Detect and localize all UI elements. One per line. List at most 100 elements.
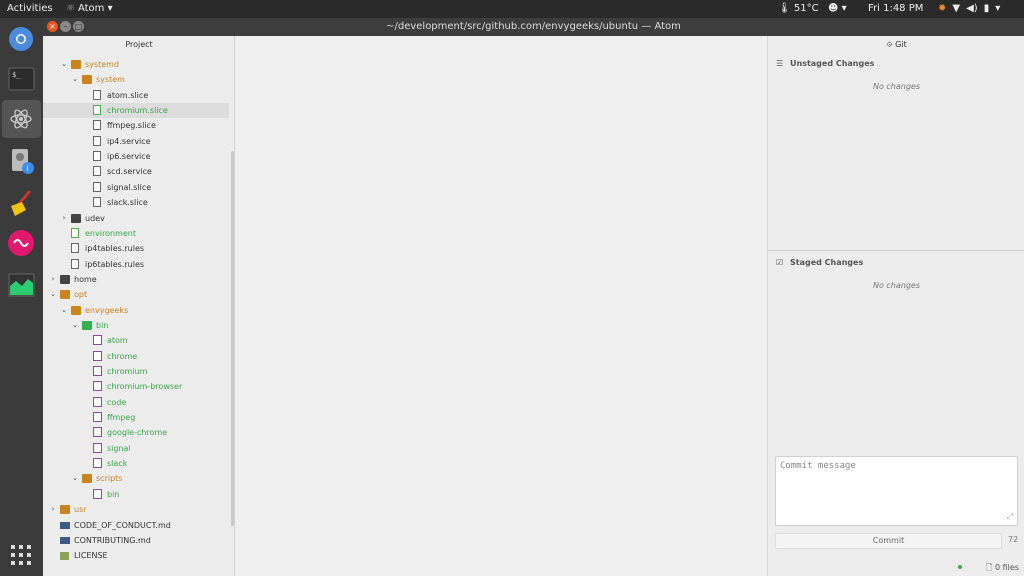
tree-file[interactable]: signal xyxy=(43,441,229,456)
tree-scrollbar[interactable] xyxy=(231,151,234,526)
changed-files-label: 0 files xyxy=(994,563,1019,572)
chevron-down-icon[interactable]: ⌄ xyxy=(60,303,68,318)
tree-item-label: google-chrome xyxy=(107,428,168,438)
face-menu[interactable]: ☻ ▾ xyxy=(828,0,847,18)
tree-file[interactable]: atom xyxy=(43,333,229,348)
tree-folder[interactable]: › udev xyxy=(43,211,229,226)
file-icon xyxy=(71,243,79,254)
script-file-icon xyxy=(93,350,102,361)
tree-item-label: ffmpeg.slice xyxy=(107,121,156,131)
minimize-window-button[interactable]: – xyxy=(60,21,71,32)
tree-item-label: home xyxy=(74,274,97,284)
chevron-down-icon[interactable]: ⌄ xyxy=(71,318,79,333)
disk-utility-launcher[interactable]: i xyxy=(6,146,37,177)
app-grid-icon xyxy=(11,545,31,565)
script-file-icon xyxy=(93,458,102,469)
tree-file[interactable]: chromium.slice xyxy=(43,103,229,119)
tree-folder[interactable]: ⌄ bin xyxy=(43,318,229,333)
chromium-launcher[interactable] xyxy=(6,24,37,55)
file-icon xyxy=(93,105,101,116)
tree-folder[interactable]: › usr xyxy=(43,502,229,517)
tree-file[interactable]: ip4tables.rules xyxy=(43,241,229,256)
tree-item-label: systemd xyxy=(85,60,119,69)
tree-file[interactable]: signal.slice xyxy=(43,180,229,195)
system-tray[interactable]: ✹ ▼ ◀) ▮ ▾ xyxy=(938,0,1006,18)
file-icon xyxy=(93,120,101,131)
chevron-right-icon[interactable]: › xyxy=(60,211,68,226)
git-panel-tab[interactable]: ⟐ Git xyxy=(768,40,1024,50)
tree-file[interactable]: slack.slice xyxy=(43,195,229,210)
tree-file[interactable]: slack xyxy=(43,456,229,471)
chevron-right-icon[interactable]: › xyxy=(49,502,57,517)
chevron-down-icon[interactable]: ⌄ xyxy=(71,471,79,486)
tree-file[interactable]: ffmpeg.slice xyxy=(43,118,229,133)
git-panel-title: Git xyxy=(895,40,907,49)
tree-file[interactable]: chrome xyxy=(43,349,229,364)
tree-folder[interactable]: ⌄ system xyxy=(43,72,229,87)
chevron-down-icon[interactable]: ⌄ xyxy=(60,57,68,72)
chevron-down-icon[interactable]: ⌄ xyxy=(71,72,79,87)
changed-files-indicator[interactable]: 🗋 0 files xyxy=(986,562,1019,576)
broom-icon xyxy=(11,190,32,216)
tree-file[interactable]: code xyxy=(43,395,229,410)
tree-file[interactable]: LICENSE xyxy=(43,548,229,563)
tree-file[interactable]: chromium xyxy=(43,364,229,379)
expand-editor-icon[interactable]: ⤢ xyxy=(1007,512,1013,522)
atom-launcher[interactable] xyxy=(2,100,41,138)
flow-launcher[interactable] xyxy=(6,228,37,259)
system-monitor-launcher[interactable] xyxy=(6,270,37,301)
tree-item-label: bin xyxy=(107,489,120,499)
cleaner-launcher[interactable] xyxy=(6,188,37,219)
disk-icon: i xyxy=(12,149,34,174)
tree-folder[interactable]: ⌄ envygeeks xyxy=(43,303,229,318)
thermometer-icon: 🌡 xyxy=(778,3,791,14)
tree-file[interactable]: scd.service xyxy=(43,164,229,179)
notification-icon: ✹ xyxy=(938,3,947,14)
editor-pane[interactable] xyxy=(236,36,767,576)
tree-folder[interactable]: › home xyxy=(43,272,229,287)
tree-file[interactable]: google-chrome xyxy=(43,425,229,440)
tree-file[interactable]: environment xyxy=(43,226,229,241)
show-applications-button[interactable] xyxy=(6,540,37,571)
file-icon xyxy=(93,89,101,100)
tree-file[interactable]: ip6tables.rules xyxy=(43,257,229,272)
chromium-icon xyxy=(9,27,33,51)
tree-item-label: envygeeks xyxy=(85,305,129,315)
list-icon: ☰ xyxy=(776,59,784,68)
maximize-window-button[interactable]: □ xyxy=(73,21,84,32)
clock[interactable]: Fri 1:48 PM xyxy=(868,0,923,18)
commit-message-input[interactable]: Commit message ⤢ xyxy=(775,456,1018,526)
chevron-right-icon[interactable]: › xyxy=(49,272,57,287)
tree-file[interactable]: chromium-browser xyxy=(43,379,229,394)
tree-file[interactable]: CONTRIBUTING.md xyxy=(43,533,229,548)
close-window-button[interactable]: × xyxy=(47,21,58,32)
unstaged-changes-header: ☰ Unstaged Changes xyxy=(768,56,1024,72)
atom-app-icon xyxy=(10,109,32,129)
tree-item-label: ip6tables.rules xyxy=(85,259,145,269)
license-icon xyxy=(60,552,69,561)
tree-file[interactable]: atom.slice xyxy=(43,88,229,103)
tree-file[interactable]: CODE_OF_CONDUCT.md xyxy=(43,518,229,533)
chevron-down-icon[interactable]: ⌄ xyxy=(49,287,57,302)
git-status-dot[interactable] xyxy=(958,565,962,569)
tree-panel-title: Project xyxy=(125,40,153,49)
tree-item-label: signal xyxy=(107,443,131,453)
commit-button[interactable]: Commit xyxy=(775,533,1002,549)
tree-folder[interactable]: ⌄ scripts xyxy=(43,471,229,486)
activities-button[interactable]: Activities xyxy=(7,0,53,18)
temperature-indicator[interactable]: 🌡 51°C xyxy=(778,0,819,18)
terminal-launcher[interactable]: $_ xyxy=(6,64,37,95)
tree-file[interactable]: ip4.service xyxy=(43,134,229,149)
svg-text:$_: $_ xyxy=(12,71,21,79)
tree-item-label: bin xyxy=(96,320,109,330)
tree-file[interactable]: bin xyxy=(43,487,229,502)
staged-changes-section: ☑ Staged Changes No changes xyxy=(768,250,1024,450)
flow-icon xyxy=(8,230,34,256)
tree-folder[interactable]: ⌄ opt xyxy=(43,287,229,302)
tree-file[interactable]: ip6.service xyxy=(43,149,229,164)
temperature-label: 51°C xyxy=(793,3,819,14)
app-menu[interactable]: ⚛ Atom ▾ xyxy=(66,0,113,18)
tree-folder[interactable]: ⌄ systemd xyxy=(43,57,229,72)
folder-icon xyxy=(60,274,70,284)
tree-file[interactable]: ffmpeg xyxy=(43,410,229,425)
